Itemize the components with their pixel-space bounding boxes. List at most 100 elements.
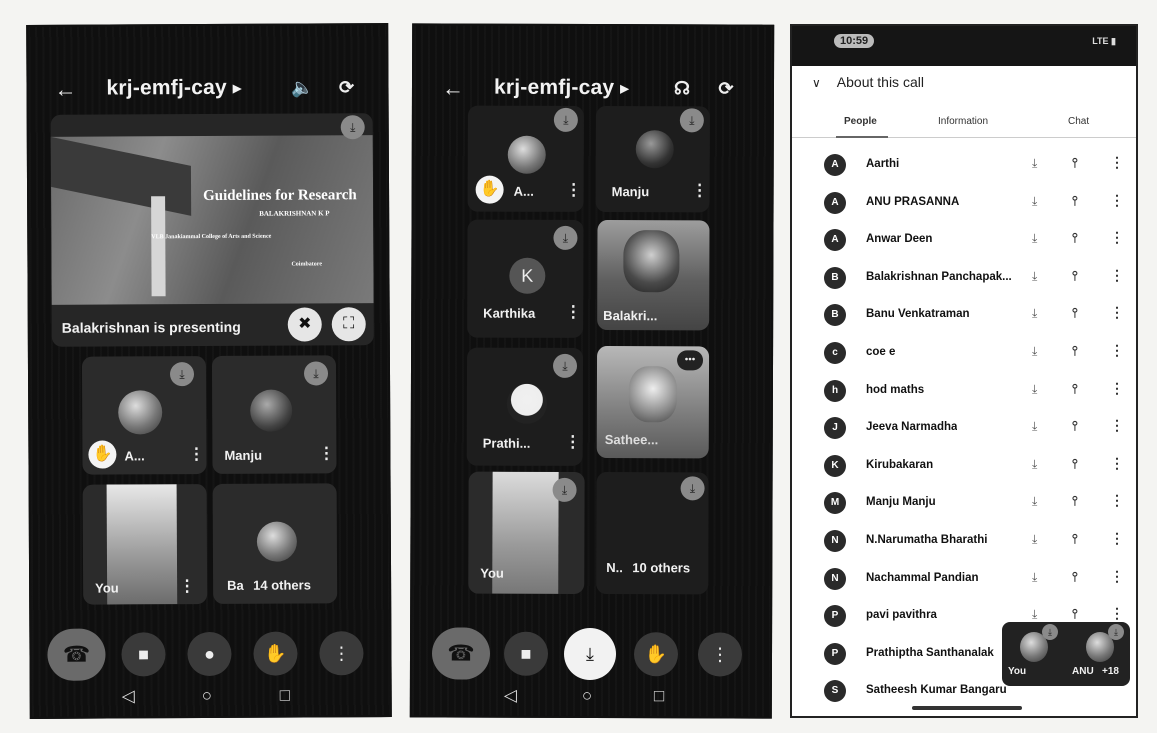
camera-button[interactable]: ■ bbox=[121, 632, 166, 677]
participant-row[interactable]: A Anwar Deen ⤓ ⫯ ⋮ bbox=[810, 223, 1124, 259]
participant-row[interactable]: h hod maths ⤓ ⫯ ⋮ bbox=[810, 374, 1124, 410]
self-preview-pip[interactable]: ⤓ ⤓ You ANU +18 bbox=[1002, 622, 1130, 686]
more-vertical-icon[interactable]: ⋮ bbox=[1110, 417, 1124, 434]
more-vertical-icon[interactable]: ⋮ bbox=[179, 576, 195, 596]
end-call-button[interactable]: ☎ bbox=[47, 628, 106, 681]
participant-row[interactable]: A ANU PRASANNA ⤓ ⫯ ⋮ bbox=[810, 186, 1124, 222]
participant-row[interactable]: c coe e ⤓ ⫯ ⋮ bbox=[810, 336, 1124, 372]
more-options-button[interactable]: ⋮ bbox=[697, 632, 743, 677]
participant-row[interactable]: B Banu Venkatraman ⤓ ⫯ ⋮ bbox=[810, 298, 1124, 334]
end-call-button[interactable]: ☎ bbox=[431, 627, 491, 680]
pin-icon[interactable]: ⫯ bbox=[1072, 230, 1078, 246]
more-vertical-icon[interactable]: ⋮ bbox=[692, 180, 708, 200]
nav-back-icon[interactable]: ◁ bbox=[504, 686, 517, 706]
raise-hand-button[interactable]: ✋ bbox=[253, 631, 298, 676]
more-vertical-icon[interactable]: ⋮ bbox=[1110, 492, 1124, 509]
participant-row[interactable]: J Jeeva Narmadha ⤓ ⫯ ⋮ bbox=[810, 411, 1124, 447]
pin-icon[interactable]: ⫯ bbox=[1072, 569, 1078, 585]
mic-off-icon: ⤓ bbox=[1032, 231, 1038, 246]
others-tile[interactable]: Ba 14 others bbox=[212, 483, 338, 604]
chevron-down-icon[interactable]: ∨ bbox=[812, 76, 821, 90]
more-vertical-icon[interactable]: ⋮ bbox=[1110, 154, 1124, 171]
microphone-button[interactable]: ● bbox=[187, 631, 232, 677]
participant-tile[interactable]: ⤓ ✋ A... ⋮ bbox=[81, 356, 207, 475]
avatar: M bbox=[824, 492, 846, 515]
pin-icon[interactable]: ⫯ bbox=[1072, 155, 1078, 171]
speaker-icon[interactable]: 🔈 bbox=[290, 75, 314, 99]
more-vertical-icon[interactable]: ⋮ bbox=[1110, 267, 1124, 284]
more-vertical-icon[interactable]: ⋮ bbox=[1110, 568, 1124, 585]
tab-chat[interactable]: Chat bbox=[1068, 116, 1089, 127]
participant-tile[interactable]: ⤓ Prathi... ⋮ bbox=[466, 347, 584, 466]
mic-off-icon: ⤓ bbox=[553, 107, 578, 132]
participant-name: You bbox=[480, 565, 504, 581]
more-vertical-icon[interactable]: ⋮ bbox=[318, 443, 334, 463]
nav-home-icon[interactable]: ○ bbox=[202, 686, 212, 706]
pin-off-button[interactable]: ✖ bbox=[287, 307, 322, 342]
participant-row[interactable]: A Aarthi ⤓ ⫯ ⋮ bbox=[810, 148, 1124, 184]
back-arrow-icon[interactable]: ← bbox=[54, 77, 76, 103]
mic-off-icon: ⤓ bbox=[679, 108, 704, 133]
more-vertical-icon[interactable]: ⋮ bbox=[1110, 380, 1124, 397]
more-vertical-icon[interactable]: ⋮ bbox=[1110, 455, 1124, 472]
nav-back-icon[interactable]: ◁ bbox=[122, 686, 135, 706]
more-vertical-icon[interactable]: ⋮ bbox=[565, 302, 581, 322]
more-vertical-icon[interactable]: ⋮ bbox=[1110, 530, 1124, 547]
pin-icon[interactable]: ⫯ bbox=[1072, 606, 1078, 622]
back-arrow-icon[interactable]: ← bbox=[442, 75, 464, 101]
pin-icon[interactable]: ⫯ bbox=[1072, 193, 1078, 209]
pin-icon[interactable]: ⫯ bbox=[1072, 343, 1078, 359]
video-tile[interactable]: Balakri... bbox=[597, 220, 710, 331]
meeting-title[interactable]: krj-emfj-cay ▶ bbox=[494, 76, 629, 100]
pin-icon[interactable]: ⫯ bbox=[1072, 418, 1078, 434]
more-vertical-icon[interactable]: ⋮ bbox=[1110, 229, 1124, 246]
participant-tile[interactable]: ⤓ K Karthika ⋮ bbox=[467, 219, 584, 338]
mic-off-icon: ⤓ bbox=[1032, 607, 1038, 622]
nav-recents-icon[interactable]: □ bbox=[654, 686, 664, 706]
participant-tile[interactable]: ⤓ Manju ⋮ bbox=[595, 106, 710, 213]
participant-row[interactable]: N N.Narumatha Bharathi ⤓ ⫯ ⋮ bbox=[810, 524, 1124, 560]
pin-icon[interactable]: ⫯ bbox=[1072, 531, 1078, 547]
camera-switch-icon[interactable]: ⟳ bbox=[334, 75, 358, 99]
headphones-icon[interactable]: ☊ bbox=[670, 76, 694, 100]
others-tile[interactable]: ⤓ N.. 10 others bbox=[596, 472, 709, 595]
nav-home-icon[interactable]: ○ bbox=[582, 686, 592, 706]
participant-row[interactable]: K Kirubakaran ⤓ ⫯ ⋮ bbox=[810, 449, 1124, 485]
participant-tile[interactable]: ⤓ Manju ⋮ bbox=[211, 355, 337, 474]
fullscreen-button[interactable]: ⛶ bbox=[331, 307, 366, 342]
presentation-tile[interactable]: Guidelines for Research BALAKRISHNAN K P… bbox=[50, 113, 374, 347]
pin-icon[interactable]: ⫯ bbox=[1072, 493, 1078, 509]
more-vertical-icon[interactable]: ⋮ bbox=[1110, 192, 1124, 209]
self-video-tile[interactable]: ⤓ You bbox=[468, 471, 585, 594]
about-call-header[interactable]: ∨ About this call bbox=[812, 74, 924, 90]
more-vertical-icon[interactable]: ⋮ bbox=[1110, 304, 1124, 321]
tab-information[interactable]: Information bbox=[938, 116, 988, 127]
self-video-tile[interactable]: You ⋮ bbox=[82, 484, 208, 605]
meeting-title[interactable]: krj-emfj-cay ▶ bbox=[106, 76, 241, 101]
mic-off-icon: ⤓ bbox=[303, 361, 329, 386]
tab-people[interactable]: People bbox=[844, 116, 877, 127]
pin-icon[interactable]: ⫯ bbox=[1072, 268, 1078, 284]
camera-switch-icon[interactable]: ⟳ bbox=[714, 76, 738, 100]
nav-recents-icon[interactable]: □ bbox=[280, 686, 290, 706]
mic-off-icon: ⤓ bbox=[1032, 344, 1038, 358]
more-vertical-icon[interactable]: ⋮ bbox=[566, 180, 582, 200]
participant-row[interactable]: B Balakrishnan Panchapak... ⤓ ⫯ ⋮ bbox=[810, 261, 1124, 297]
pin-icon[interactable]: ⫯ bbox=[1072, 381, 1078, 397]
more-vertical-icon[interactable]: ⋮ bbox=[565, 432, 581, 452]
video-tile[interactable]: ••• Sathee... bbox=[596, 346, 710, 459]
camera-button[interactable]: ■ bbox=[503, 631, 549, 676]
avatar-initial: K bbox=[509, 257, 546, 294]
more-options-button[interactable]: ⋮ bbox=[319, 631, 364, 676]
more-vertical-icon[interactable]: ⋮ bbox=[1110, 342, 1124, 359]
microphone-off-button[interactable]: ⤓ bbox=[563, 627, 617, 681]
participant-video bbox=[623, 230, 680, 293]
pin-icon[interactable]: ⫯ bbox=[1072, 456, 1078, 472]
participant-row[interactable]: M Manju Manju ⤓ ⫯ ⋮ bbox=[810, 486, 1124, 522]
more-vertical-icon[interactable]: ⋮ bbox=[188, 444, 204, 464]
participant-row[interactable]: N Nachammal Pandian ⤓ ⫯ ⋮ bbox=[810, 562, 1124, 598]
participant-tile[interactable]: ⤓ ✋ A... ⋮ bbox=[467, 105, 584, 212]
more-vertical-icon[interactable]: ⋮ bbox=[1110, 605, 1124, 622]
raise-hand-button[interactable]: ✋ bbox=[633, 632, 679, 677]
pin-icon[interactable]: ⫯ bbox=[1072, 305, 1078, 321]
